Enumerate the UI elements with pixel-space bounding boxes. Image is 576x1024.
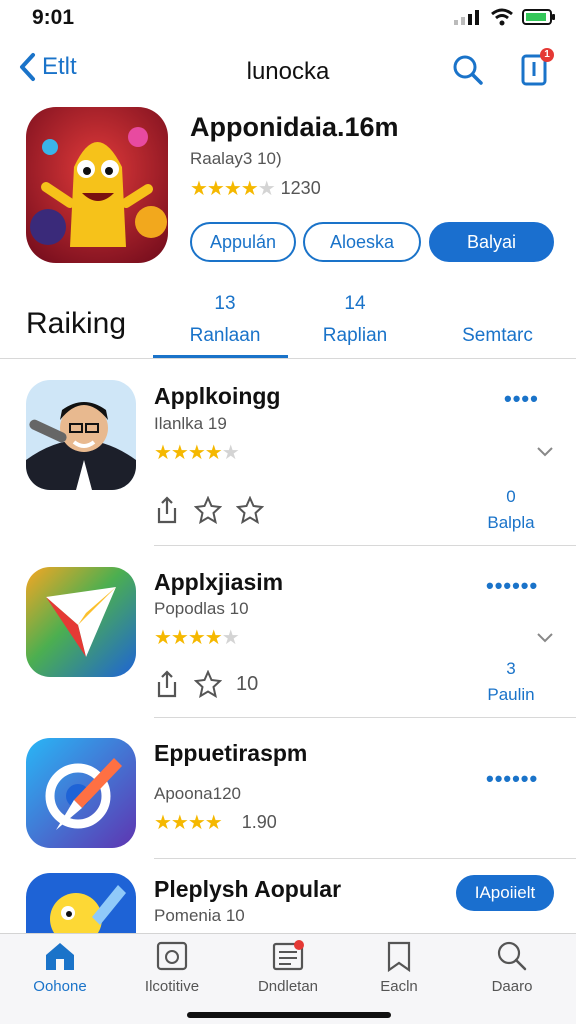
hero-primary-button[interactable]: Balyai [429, 222, 554, 262]
tab-count: 13 [214, 293, 236, 314]
share-icon[interactable] [154, 670, 180, 698]
signal-icon [454, 10, 479, 25]
more-options-3[interactable]: •••••• [486, 766, 538, 792]
action-count: 10 [236, 672, 259, 695]
frame-icon [156, 941, 188, 971]
search-icon [497, 941, 527, 971]
app-icon-3[interactable] [26, 738, 136, 848]
status-icons [454, 8, 556, 26]
tab-label: Semtarc [462, 325, 533, 346]
home-indicator [187, 1012, 391, 1018]
tabbar-item-2[interactable]: Ilcotitive [122, 940, 222, 995]
star-outline-icon[interactable] [236, 496, 264, 524]
hero-app-subtitle: Raalay3 10) [190, 149, 282, 168]
share-icon[interactable] [154, 496, 180, 524]
chevron-down-icon[interactable] [536, 446, 554, 458]
bookmark-icon [387, 941, 411, 972]
tab-count [430, 292, 565, 316]
notification-badge: 1 [540, 48, 554, 62]
star-rating: ★★★★★ [190, 178, 276, 200]
tabbar-item-5[interactable]: Daaro [462, 940, 562, 995]
star-outline-icon[interactable] [194, 670, 222, 698]
hero-button-1[interactable]: Appulán [190, 222, 296, 262]
divider [154, 717, 576, 718]
tabbar-item-4[interactable]: Eacln [349, 940, 449, 995]
app-action-button-4[interactable]: IApoiielt [456, 875, 554, 911]
divider [0, 358, 576, 359]
search-icon [453, 55, 483, 85]
divider [154, 545, 576, 546]
side-stat-1: 0 Balpla [487, 487, 535, 532]
tabbar-item-home[interactable]: Oohone [10, 940, 110, 995]
app-name-1: Applkoingg [154, 383, 281, 409]
more-options-1[interactable]: •••• [504, 386, 539, 412]
tab-label: Raplian [322, 325, 388, 346]
app-subtitle-2: Popodlas 10 [154, 599, 249, 618]
app-icon-4[interactable] [26, 873, 136, 933]
hero-rating: ★★★★★ 1230 [190, 176, 321, 201]
chevron-down-icon[interactable] [536, 632, 554, 644]
tab-search[interactable]: Semtarc [430, 292, 565, 348]
hero-app-icon[interactable] [26, 107, 168, 263]
app-actions-1 [154, 496, 264, 524]
battery-icon [522, 9, 555, 25]
section-title: Raiking [26, 307, 127, 340]
status-time: 9:01 [32, 6, 75, 29]
hero-button-2[interactable]: Aloeska [303, 222, 421, 262]
tab-popular[interactable]: 14 Raplian [290, 292, 420, 348]
home-icon [46, 943, 74, 970]
app-actions-2: 10 [154, 670, 258, 698]
star-outline-icon[interactable] [194, 496, 222, 524]
app-icon-2[interactable] [26, 567, 136, 677]
hero-app-title: Apponidaia.16m [190, 112, 399, 142]
side-stat-2: 3 Paulin [487, 659, 535, 704]
tab-label: Ranlaan [189, 325, 261, 346]
app-rating-1: ★★★★★ [154, 442, 240, 464]
app-name-2: Applxjiasim [154, 569, 284, 595]
inbox-button[interactable]: 1 [518, 48, 554, 91]
page-title: lunocka [246, 58, 330, 85]
app-rating-3: ★★★★ 1.90 [154, 812, 277, 834]
divider [154, 858, 576, 859]
tab-ranking[interactable]: 13 Ranlaan [160, 292, 290, 348]
wifi-icon [491, 8, 513, 26]
search-button[interactable] [452, 54, 484, 91]
app-subtitle-3: Apoona120 [154, 784, 241, 803]
rating-count: 1230 [280, 178, 321, 198]
app-subtitle-4: Pomenia 10 [154, 906, 245, 925]
app-icon-1[interactable] [26, 380, 136, 490]
app-name-4: Pleplysh Aopular [154, 876, 342, 902]
tab-count: 14 [344, 293, 366, 314]
tabbar-item-3[interactable]: Dndletan [238, 940, 338, 995]
list-icon [272, 940, 304, 971]
app-rating-2: ★★★★★ [154, 627, 240, 649]
app-name-3: Eppuetiraspm [154, 740, 308, 766]
more-options-2[interactable]: •••••• [486, 573, 538, 599]
app-subtitle-1: Ilanlka 19 [154, 414, 227, 433]
